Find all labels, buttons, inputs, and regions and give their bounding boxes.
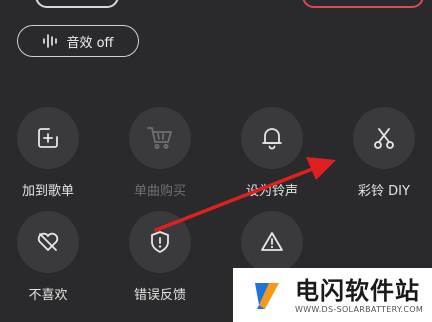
dislike-label: 不喜欢 <box>28 288 68 303</box>
report-circle[interactable] <box>241 211 303 273</box>
dislike-button[interactable]: 不喜欢 <box>3 211 93 303</box>
shopping-cart-icon <box>147 127 172 149</box>
set-ringtone-circle[interactable] <box>241 107 303 169</box>
add-to-playlist-button[interactable]: 加到歌单 <box>3 107 93 199</box>
sound-effect-label: 音效 off <box>66 35 114 51</box>
error-feedback-label: 错误反馈 <box>133 288 186 303</box>
ringback-diy-button[interactable]: 彩铃 DIY <box>339 107 429 199</box>
add-to-playlist-label: 加到歌单 <box>21 184 74 199</box>
buy-single-circle <box>129 107 191 169</box>
ringback-diy-label: 彩铃 DIY <box>358 184 410 199</box>
sound-effect-button[interactable]: 音效 off <box>17 25 139 57</box>
add-to-playlist-icon <box>38 128 58 148</box>
set-ringtone-button[interactable]: 设为铃声 <box>227 107 317 199</box>
watermark-logo <box>255 283 279 309</box>
error-feedback-button[interactable]: 错误反馈 <box>115 211 205 303</box>
error-shield-icon <box>151 231 169 253</box>
watermark-url: WWW.DS-SOLARBATTERY.COM <box>295 304 424 314</box>
error-feedback-circle[interactable] <box>129 211 191 273</box>
warning-icon <box>261 232 283 251</box>
bell-icon <box>262 128 282 150</box>
buy-single-button: 单曲购买 <box>115 107 205 199</box>
buy-single-label: 单曲购买 <box>133 184 186 199</box>
watermark-title: 电闪软件站 <box>295 276 420 305</box>
sound-wave-icon <box>43 34 58 48</box>
broken-heart-icon <box>37 232 59 251</box>
dislike-circle[interactable] <box>17 211 79 273</box>
add-to-playlist-circle[interactable] <box>17 107 79 169</box>
set-ringtone-label: 设为铃声 <box>245 184 298 199</box>
ringback-diy-circle[interactable] <box>353 107 415 169</box>
scissors-icon <box>374 128 394 149</box>
top-option-pill[interactable] <box>35 0 119 8</box>
watermark: 电闪软件站 WWW.DS-SOLARBATTERY.COM <box>233 268 432 322</box>
top-accent-pill[interactable] <box>302 0 424 8</box>
